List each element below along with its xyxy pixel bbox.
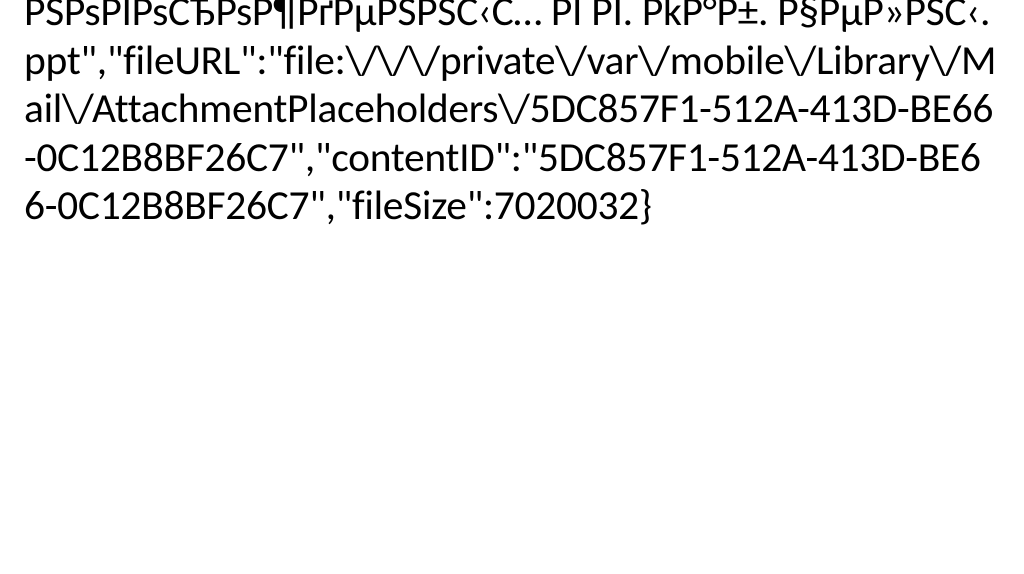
document-content: PSPsPIPsCЂPsP¶PґPµPSPSC‹C… PI PI. PkP°P±… — [0, 0, 1024, 231]
body-text: PSPsPIPsCЂPsP¶PґPµPSPSC‹C… PI PI. PkP°P±… — [24, 0, 1000, 231]
